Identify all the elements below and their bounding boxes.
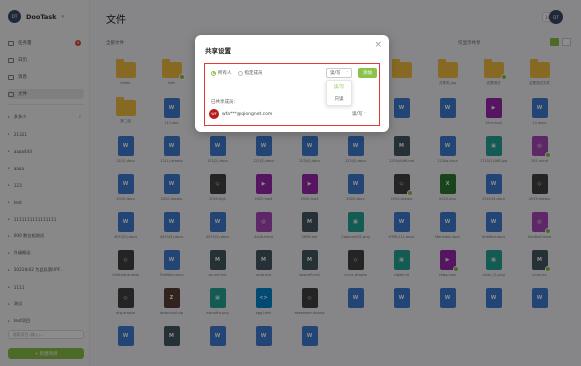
radio-specific-label: 指定成员	[244, 71, 263, 76]
member-permission-value: 读/写	[352, 112, 363, 117]
permission-select-value: 读/写	[330, 71, 341, 76]
share-settings-modal: 共享设置 × 所有人 指定成员 读/写 ˄ 添加 读/写 只读 已共享成员: W…	[195, 35, 389, 132]
dropdown-option-read-only[interactable]: 只读	[327, 93, 351, 105]
member-permission-select[interactable]: 读/写 ˅	[352, 111, 366, 117]
permission-dropdown: 读/写 只读	[326, 80, 352, 106]
member-avatar: WF	[209, 109, 219, 119]
shared-members-title: 已共享成员:	[211, 100, 236, 105]
chevron-up-icon: ˄	[346, 71, 348, 75]
close-icon[interactable]: ×	[374, 41, 382, 50]
radio-specific-members[interactable]	[237, 70, 243, 76]
permission-select[interactable]: 读/写 ˄	[326, 68, 352, 78]
radio-all-users[interactable]	[211, 70, 216, 76]
radio-all-label: 所有人	[218, 71, 232, 76]
member-email: wfa***@qiongnet.com	[222, 111, 273, 117]
modal-title: 共享设置	[205, 47, 231, 55]
share-target-radio-group: 所有人 指定成员	[211, 70, 263, 76]
dropdown-option-read-write[interactable]: 读/写	[327, 81, 351, 93]
chevron-down-icon: ˅	[363, 112, 366, 116]
shared-member-row: WF wfa***@qiongnet.com 读/写 ˅	[209, 108, 375, 120]
share-settings-highlight-box: 所有人 指定成员 读/写 ˄ 添加 读/写 只读 已共享成员: WF wfa**…	[204, 63, 380, 126]
add-share-button[interactable]: 添加	[358, 68, 377, 78]
